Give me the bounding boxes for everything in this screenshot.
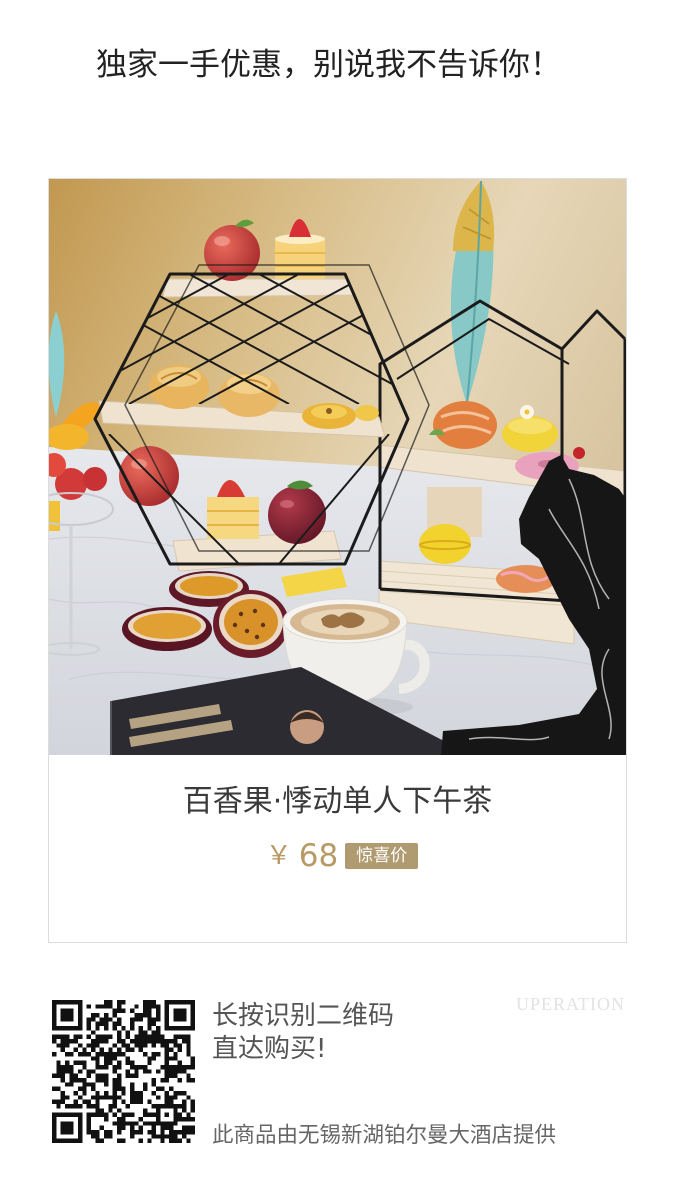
seed	[254, 634, 260, 640]
yellow-cake-piece	[49, 501, 60, 531]
apple	[119, 446, 179, 506]
passion-fruit-pulp	[180, 576, 238, 596]
passion-fruit-dessert	[268, 486, 326, 544]
qr-hint-text: 长按识别二维码	[212, 1001, 395, 1031]
price-value: 68	[298, 838, 339, 874]
qr-alignment-pattern	[164, 1112, 169, 1117]
promo-headline: 独家一手优惠，别说我不告诉你！	[96, 47, 561, 83]
brand-watermark: UPERATION	[516, 994, 626, 1014]
product-photo	[49, 179, 626, 755]
seed	[260, 622, 266, 628]
qr-finder-pattern	[60, 1121, 74, 1135]
passion-fruit-pulp	[224, 599, 278, 645]
seed	[232, 622, 238, 628]
product-card[interactable]: 百香果·悸动单人下午茶 ￥ 68 惊喜价	[48, 178, 627, 943]
strawberry	[83, 467, 107, 491]
currency-symbol: ￥	[265, 841, 292, 871]
apple-dessert-highlight	[214, 236, 230, 246]
price-row: ￥ 68 惊喜价	[49, 840, 626, 872]
seed	[238, 611, 244, 617]
red-berry	[573, 447, 585, 459]
yellow-macaron	[419, 524, 471, 564]
qr-finder-pattern	[60, 1008, 74, 1022]
passion-fruit-pulp	[133, 613, 201, 639]
flower-center	[524, 409, 530, 415]
layer-cake	[207, 497, 259, 539]
small-yellow-dome	[355, 405, 379, 421]
yellow-mousse-top	[508, 418, 552, 434]
price-tag-badge: 惊喜价	[345, 843, 419, 869]
seed	[244, 628, 250, 634]
qr-code[interactable]	[52, 1000, 195, 1143]
provider-note: 此商品由无锡新湖铂尔曼大酒店提供	[212, 1123, 557, 1148]
passion-fruit-highlight	[280, 500, 294, 508]
qr-finder-pattern	[173, 1008, 187, 1022]
tart-topping	[326, 408, 332, 414]
qr-action-text: 直达购买!	[212, 1034, 327, 1064]
red-apple-background	[119, 446, 179, 506]
seed	[252, 608, 258, 614]
product-title: 百香果·悸动单人下午茶	[182, 784, 493, 819]
